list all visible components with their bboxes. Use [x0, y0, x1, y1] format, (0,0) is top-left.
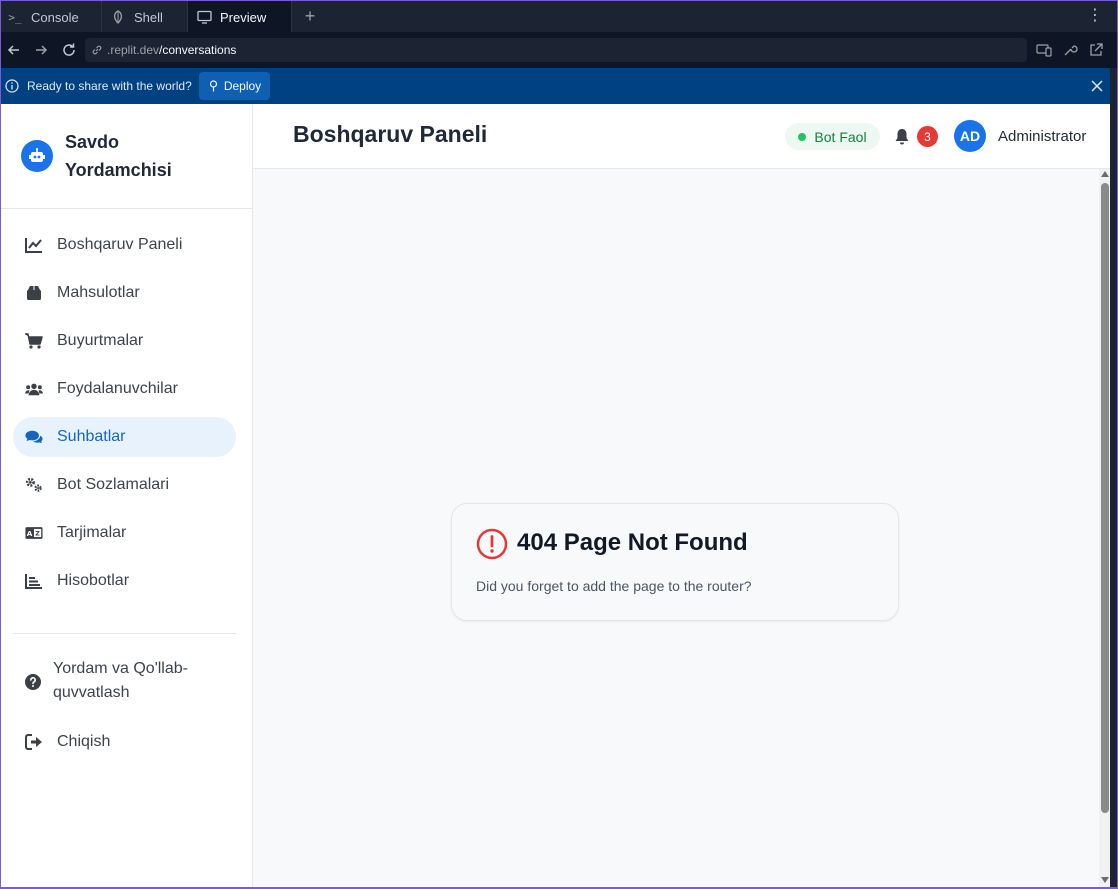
question-circle-icon: [25, 674, 41, 690]
sidebar-item-conversations[interactable]: Suhbatlar: [13, 417, 236, 457]
wrench-icon[interactable]: [1062, 42, 1078, 58]
scroll-down-arrow-icon[interactable]: [1101, 877, 1109, 883]
sidebar-item-label: Suhbatlar: [57, 428, 126, 445]
shell-icon: [110, 9, 126, 25]
monitor-icon: [196, 9, 212, 25]
sidebar-item-label: Boshqaruv Paneli: [57, 236, 183, 253]
status-text: Bot Faol: [814, 128, 867, 145]
app-root: Savdo Yordamchisi Boshqaruv Paneli Mahsu…: [0, 104, 1110, 887]
url-path: /conversations: [159, 43, 237, 57]
cart-icon: [25, 332, 43, 350]
brand-line-2: Yordamchisi: [65, 160, 172, 180]
logout-label: Chiqish: [57, 733, 111, 750]
terminal-icon: >_: [8, 10, 22, 24]
status-dot: [798, 132, 807, 141]
sidebar-item-users[interactable]: Foydalanuvchilar: [13, 369, 236, 409]
users-icon: [25, 380, 43, 398]
scroll-up-arrow-icon[interactable]: [1101, 171, 1109, 177]
status-badge: Bot Faol: [785, 123, 880, 150]
logout-icon: [25, 733, 43, 751]
tab-preview-label: Preview: [220, 9, 267, 25]
tab-shell[interactable]: Shell: [102, 1, 188, 33]
deploy-label: Deploy: [223, 79, 262, 93]
deploy-icon: [209, 80, 217, 92]
user-name[interactable]: Administrator: [998, 128, 1086, 145]
robot-icon: [21, 140, 53, 172]
deploy-button[interactable]: Deploy: [199, 72, 270, 100]
sidebar-item-orders[interactable]: Buyurtmalar: [13, 321, 236, 361]
window-edge: [1110, 68, 1118, 889]
chat-icon: [25, 428, 43, 446]
url-input[interactable]: .replit.dev/conversations: [85, 38, 1027, 62]
new-tab-button[interactable]: +: [301, 7, 319, 25]
notification-badge: 3: [917, 126, 938, 147]
sidebar-item-help[interactable]: Yordam va Qo'llab-quvvatlash: [13, 657, 236, 707]
info-icon: [5, 79, 19, 93]
close-icon[interactable]: [1089, 78, 1105, 94]
error-title: 404 Page Not Found: [517, 529, 748, 556]
alert-circle-icon: [476, 528, 508, 560]
sidebar-item-label: Foydalanuvchilar: [57, 380, 178, 397]
not-found-card: 404 Page Not Found Did you forget to add…: [451, 503, 899, 621]
svg-text:Z: Z: [35, 531, 40, 538]
back-arrow-icon[interactable]: [5, 41, 23, 59]
sidebar-item-label: Mahsulotlar: [57, 284, 140, 301]
svg-text:A: A: [27, 529, 33, 538]
sidebar-item-label: Bot Sozlamalari: [57, 476, 170, 493]
avatar[interactable]: AD: [954, 120, 986, 152]
sidebar-item-reports[interactable]: Hisobotlar: [13, 561, 236, 601]
sidebar-item-label: Tarjimalar: [57, 524, 127, 541]
preview-url-bar: .replit.dev/conversations: [0, 32, 1118, 68]
forward-arrow-icon[interactable]: [32, 41, 50, 59]
box-icon: [25, 284, 43, 302]
link-icon: [92, 45, 102, 55]
sidebar-item-bot-settings[interactable]: Bot Sozlamalari: [13, 465, 236, 505]
tab-preview[interactable]: Preview: [188, 1, 292, 33]
sidebar-item-label: Buyurtmalar: [57, 332, 144, 349]
sidebar-item-logout[interactable]: Chiqish: [13, 722, 236, 762]
bar-chart-icon: [25, 572, 43, 590]
page-title: Boshqaruv Paneli: [293, 121, 488, 147]
external-link-icon[interactable]: [1088, 42, 1104, 58]
reload-icon[interactable]: [60, 41, 78, 59]
tab-console[interactable]: >_ Console: [1, 1, 102, 33]
sidebar-item-products[interactable]: Mahsulotlar: [13, 273, 236, 313]
brand-line-1: Savdo: [65, 132, 120, 152]
brand-name: Savdo Yordamchisi: [65, 128, 235, 184]
more-options-icon[interactable]: ⋮: [1087, 8, 1103, 24]
sidebar-divider: [13, 633, 236, 634]
brand: Savdo Yordamchisi: [1, 104, 252, 209]
translate-icon: AZ: [25, 524, 43, 542]
url-host: .replit.dev: [107, 43, 160, 57]
deploy-banner: Ready to share with the world? Deploy: [0, 68, 1118, 104]
gears-icon: [25, 476, 43, 494]
sidebar-item-dashboard[interactable]: Boshqaruv Paneli: [13, 225, 236, 265]
error-message: Did you forget to add the page to the ro…: [476, 578, 752, 594]
bell-icon[interactable]: [894, 128, 910, 145]
sidebar: Savdo Yordamchisi Boshqaruv Paneli Mahsu…: [1, 104, 253, 887]
sidebar-item-label: Hisobotlar: [57, 572, 130, 589]
chart-line-icon: [25, 236, 43, 254]
main-content: 404 Page Not Found Did you forget to add…: [253, 169, 1099, 887]
scroll-thumb[interactable]: [1101, 183, 1109, 813]
help-label: Yordam va Qo'llab-quvvatlash: [53, 660, 188, 701]
banner-text: Ready to share with the world?: [27, 79, 192, 93]
devices-icon[interactable]: [1036, 42, 1052, 58]
ide-tab-bar: >_ Console Shell Preview + ⋮: [0, 0, 1118, 33]
top-header: Boshqaruv Paneli Bot Faol 3 AD Administr…: [253, 104, 1110, 169]
tab-console-label: Console: [31, 9, 79, 25]
scrollbar[interactable]: [1099, 169, 1110, 887]
sidebar-item-translations[interactable]: AZ Tarjimalar: [13, 513, 236, 553]
tab-shell-label: Shell: [134, 9, 163, 25]
